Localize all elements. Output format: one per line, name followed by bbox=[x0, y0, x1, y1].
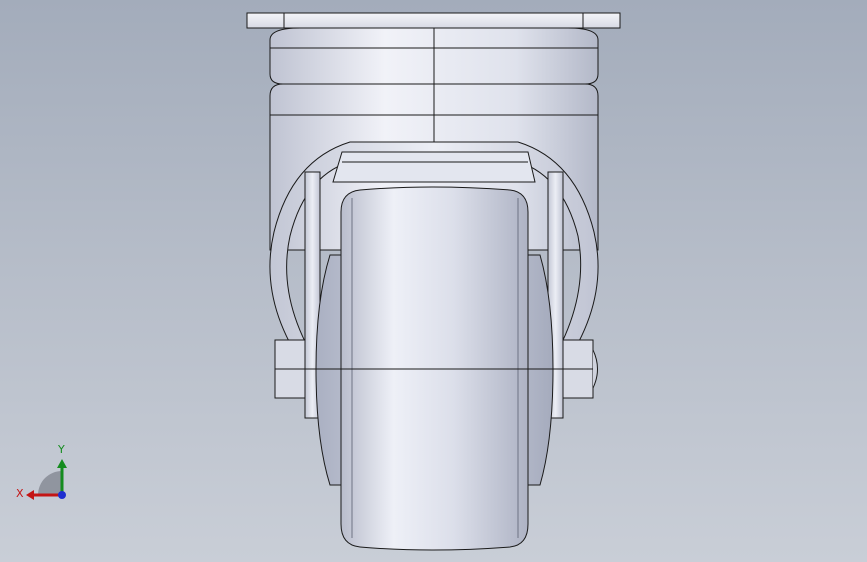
fork-crown[interactable] bbox=[332, 151, 536, 183]
right-axle-nut[interactable] bbox=[562, 339, 598, 399]
top-plate[interactable] bbox=[246, 12, 621, 29]
left-axle-nut[interactable] bbox=[274, 339, 306, 399]
triad-y-label: Y bbox=[58, 443, 65, 456]
triad-z-axis-dot bbox=[58, 491, 66, 499]
triad-plane-quadrant bbox=[38, 471, 62, 495]
triad-x-arrow-icon bbox=[26, 490, 34, 500]
graphics-viewport[interactable]: X Y bbox=[0, 0, 867, 562]
triad-x-label: X bbox=[16, 487, 24, 500]
caster-wheel-model[interactable] bbox=[0, 0, 867, 562]
triad-y-arrow-icon bbox=[57, 459, 67, 468]
